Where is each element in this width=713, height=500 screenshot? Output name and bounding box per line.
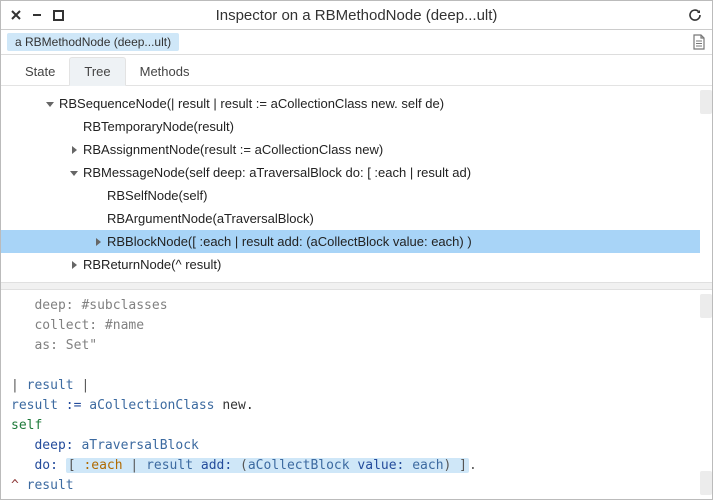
tree-row[interactable]: RBReturnNode(^ result)	[1, 253, 700, 276]
close-icon[interactable]	[9, 8, 23, 22]
tree-row-label: RBMessageNode(self deep: aTraversalBlock…	[83, 165, 479, 180]
titlebar: Inspector on a RBMethodNode (deep...ult)	[1, 1, 712, 30]
document-icon[interactable]	[692, 34, 706, 50]
disclosure-spacer	[93, 214, 103, 224]
tree-row-label: RBSelfNode(self)	[107, 188, 215, 203]
tree-scrollbar[interactable]	[700, 86, 712, 282]
code-pane: deep: #subclasses collect: #name as: Set…	[1, 290, 712, 499]
maximize-icon[interactable]	[51, 8, 65, 22]
tabs: State Tree Methods	[1, 55, 712, 86]
disclosure-spacer	[93, 191, 103, 201]
tree-pane: RBSequenceNode(| result | result := aCol…	[1, 86, 712, 282]
path-bar: a RBMethodNode (deep...ult)	[1, 30, 712, 55]
tree-row-label: RBSequenceNode(| result | result := aCol…	[59, 96, 452, 111]
tree-row[interactable]: RBTemporaryNode(result)	[1, 115, 700, 138]
tree-row[interactable]: RBSelfNode(self)	[1, 184, 700, 207]
tree-row[interactable]: RBArgumentNode(aTraversalBlock)	[1, 207, 700, 230]
path-crumb[interactable]: a RBMethodNode (deep...ult)	[7, 33, 179, 51]
tree-row[interactable]: RBBlockNode([ :each | result add: (aColl…	[1, 230, 700, 253]
chevron-down-icon[interactable]	[45, 99, 55, 109]
content: RBSequenceNode(| result | result := aCol…	[1, 86, 712, 499]
tree-row[interactable]: RBMessageNode(self deep: aTraversalBlock…	[1, 161, 700, 184]
window-right-controls	[688, 8, 712, 22]
code-scrollbar[interactable]	[700, 290, 712, 499]
minimize-icon[interactable]	[30, 8, 44, 22]
tree-row[interactable]: RBAssignmentNode(result := aCollectionCl…	[1, 138, 700, 161]
tab-tree[interactable]: Tree	[69, 57, 125, 86]
tree-row-label: RBArgumentNode(aTraversalBlock)	[107, 211, 322, 226]
tree-row-label: RBReturnNode(^ result)	[83, 257, 229, 272]
refresh-icon[interactable]	[688, 8, 702, 22]
window-controls	[1, 8, 65, 22]
tab-methods[interactable]: Methods	[126, 58, 204, 85]
tree-row[interactable]: RBSequenceNode(| result | result := aCol…	[1, 92, 700, 115]
chevron-right-icon[interactable]	[69, 145, 79, 155]
inspector-window: Inspector on a RBMethodNode (deep...ult)…	[0, 0, 713, 500]
tree-row-label: RBTemporaryNode(result)	[83, 119, 242, 134]
ast-tree[interactable]: RBSequenceNode(| result | result := aCol…	[1, 86, 700, 282]
chevron-down-icon[interactable]	[69, 168, 79, 178]
chevron-right-icon[interactable]	[69, 260, 79, 270]
window-title: Inspector on a RBMethodNode (deep...ult)	[1, 7, 712, 24]
disclosure-spacer	[69, 122, 79, 132]
source-code[interactable]: deep: #subclasses collect: #name as: Set…	[1, 290, 700, 499]
tree-row-label: RBBlockNode([ :each | result add: (aColl…	[107, 234, 480, 249]
pane-splitter[interactable]	[1, 282, 712, 290]
chevron-right-icon[interactable]	[93, 237, 103, 247]
tab-state[interactable]: State	[11, 58, 69, 85]
tree-row-label: RBAssignmentNode(result := aCollectionCl…	[83, 142, 391, 157]
